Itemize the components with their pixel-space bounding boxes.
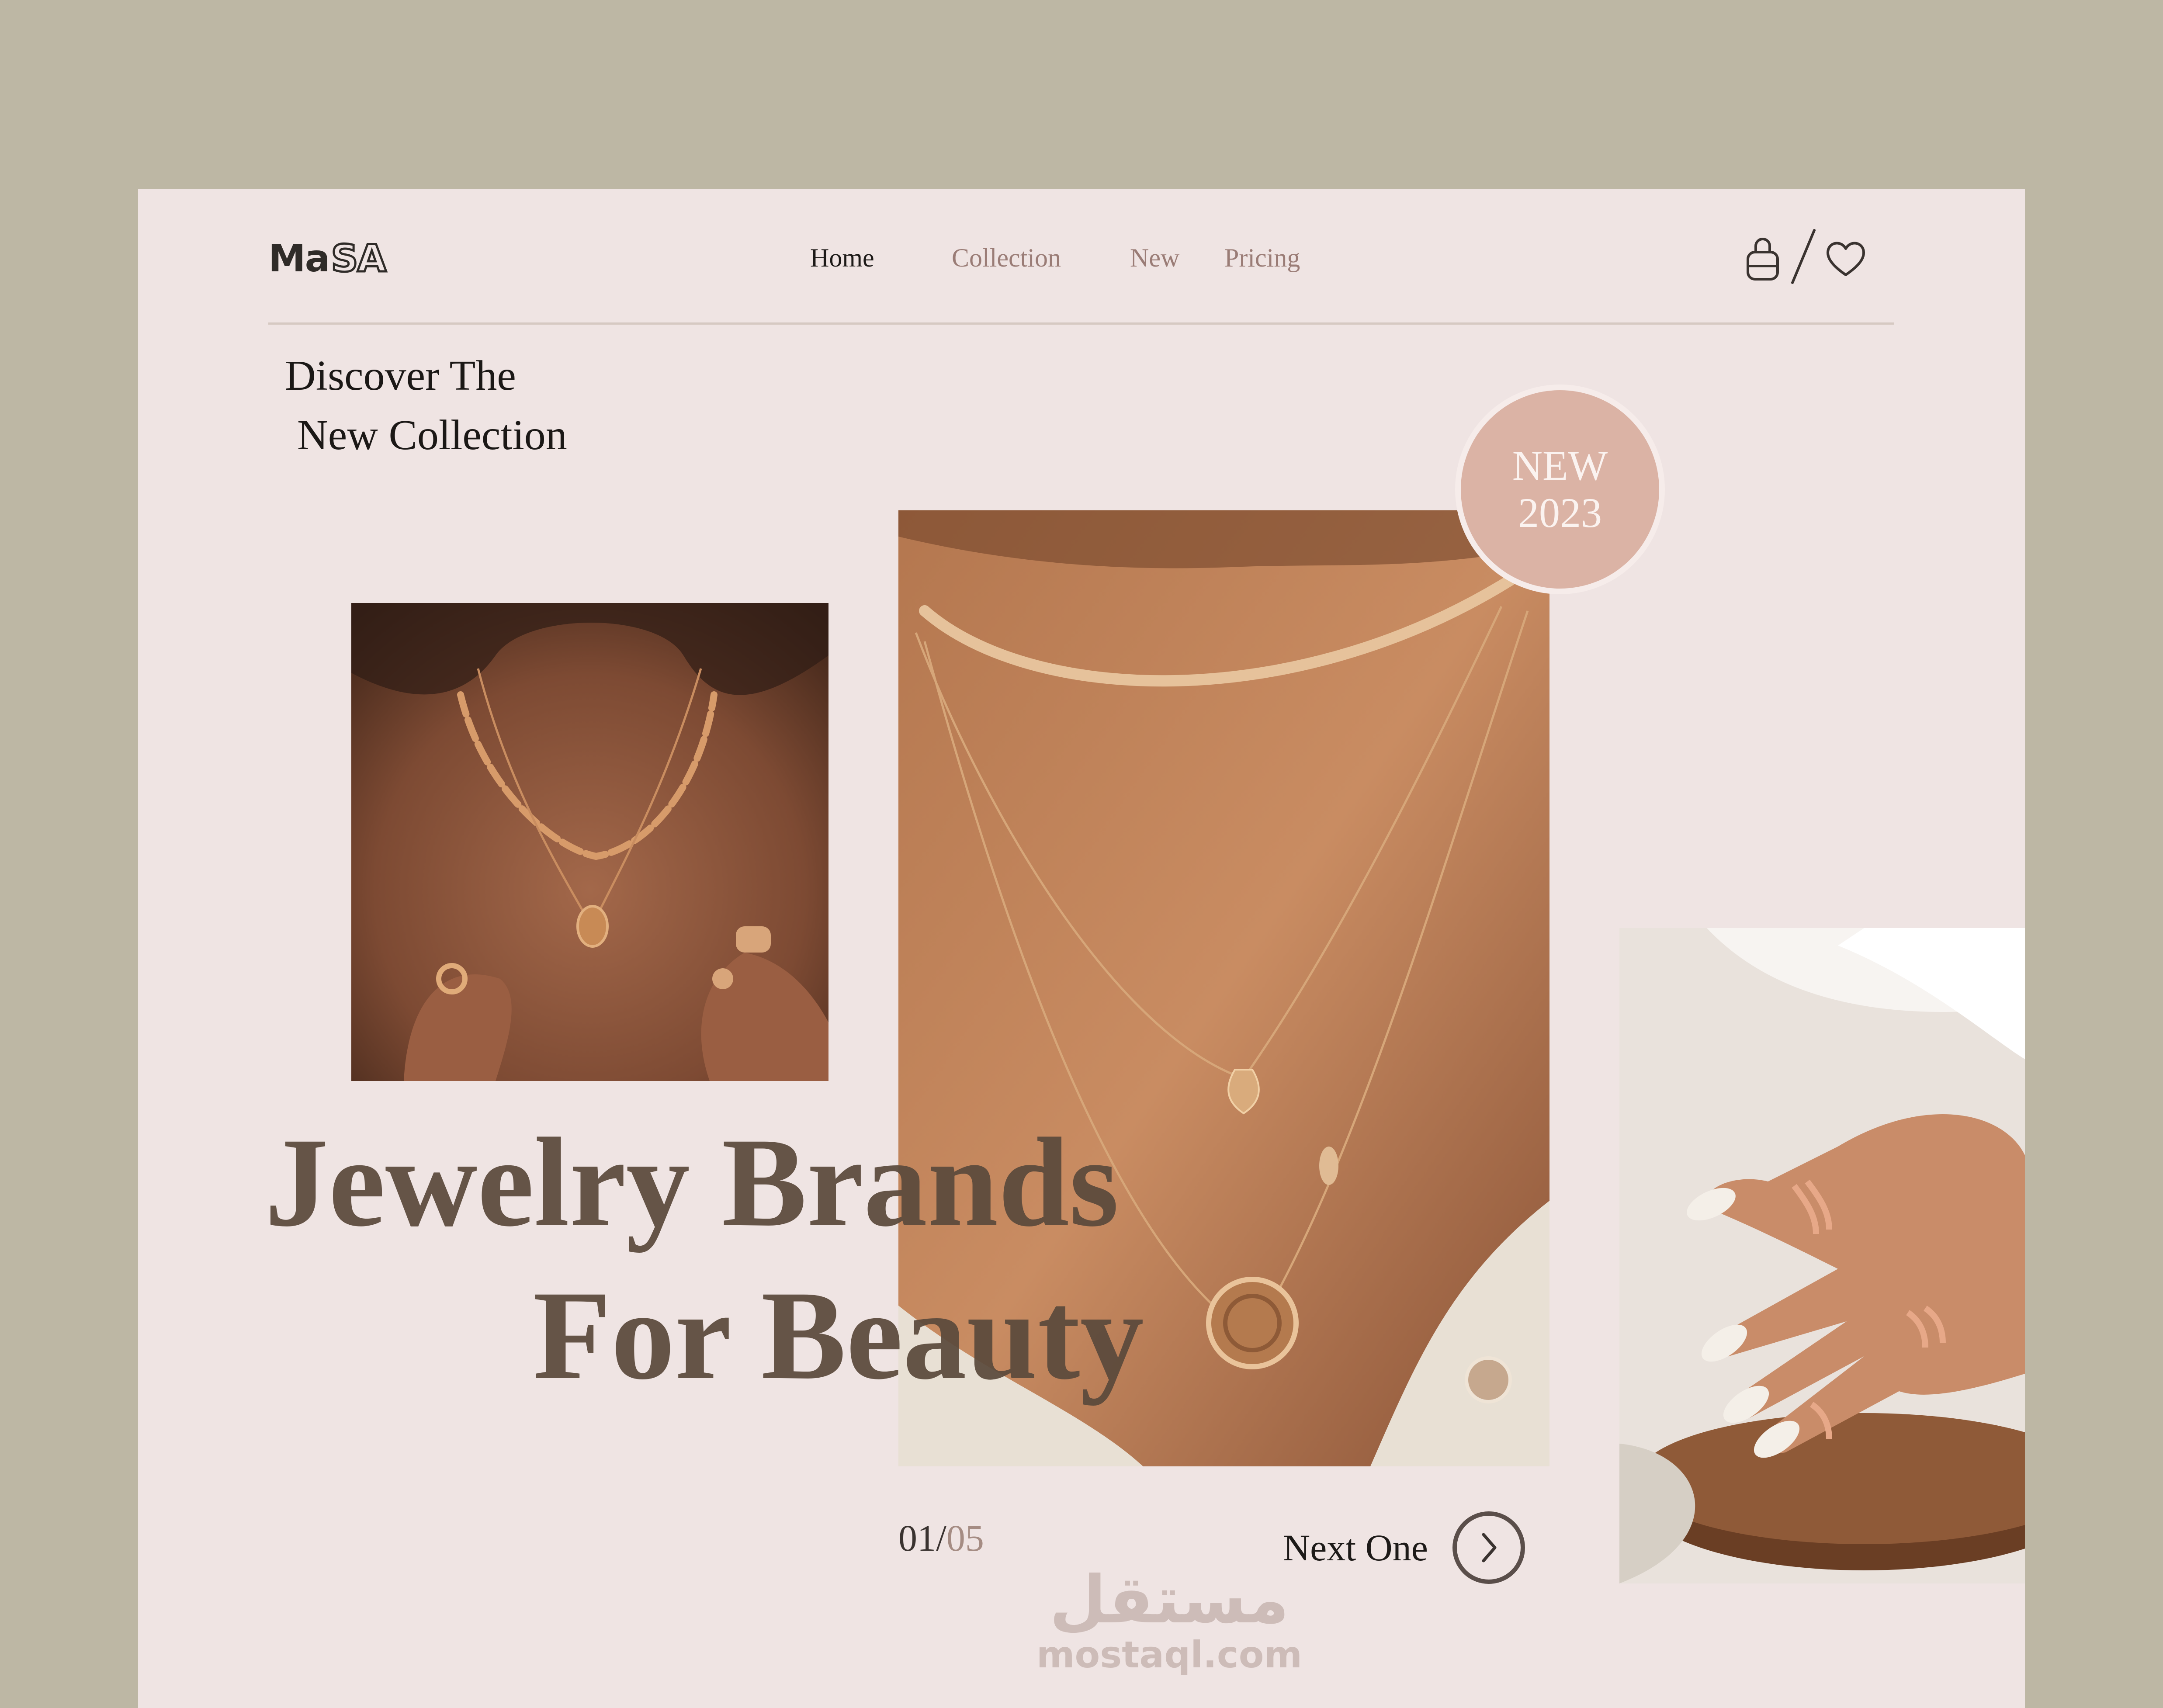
watermark: مستقل mostaql.com — [951, 1565, 1388, 1674]
slide-counter: 01/05 — [898, 1516, 984, 1560]
chevron-right-icon — [1482, 1533, 1497, 1562]
watermark-latin: mostaql.com — [1036, 1633, 1302, 1676]
badge-line-2: 2023 — [1518, 489, 1602, 536]
slide-current: 01 — [898, 1517, 936, 1559]
product-image-rings-hand — [1619, 928, 2025, 1583]
badge-line-1: NEW — [1512, 442, 1608, 489]
eyebrow-line-1: Discover The — [285, 352, 516, 399]
watermark-arabic: مستقل — [1049, 1562, 1289, 1638]
shopping-bag-icon[interactable] — [1744, 235, 1781, 283]
divider-slash-icon — [1791, 229, 1816, 284]
nav-new[interactable]: New — [1130, 236, 1179, 280]
product-image-chain-necklace — [351, 603, 828, 1081]
heart-icon[interactable] — [1825, 239, 1867, 278]
next-arrow-button[interactable] — [1452, 1511, 1525, 1584]
new-2023-badge: NEW 2023 — [1455, 385, 1665, 594]
next-slide-label: Next One — [1283, 1527, 1428, 1569]
slide-separator: / — [936, 1517, 946, 1559]
eyebrow-line-2: New Collection — [297, 412, 567, 459]
header-divider — [268, 322, 1894, 325]
nav-collection[interactable]: Collection — [952, 236, 1061, 280]
slide-total: 05 — [946, 1517, 984, 1559]
headline-line-2: For Beauty — [533, 1265, 1144, 1406]
hero-headline: Jewelry Brands For Beauty — [265, 1106, 1314, 1412]
main-nav: Home Collection New Pricing — [138, 236, 2025, 280]
landing-page: Ma SA Home Collection New Pricing Discove… — [138, 189, 2025, 1708]
header-icons — [1744, 226, 1875, 287]
nav-home[interactable]: Home — [810, 236, 874, 280]
headline-line-1: Jewelry Brands — [265, 1112, 1119, 1253]
hero-eyebrow: Discover The New Collection — [285, 346, 678, 465]
nav-pricing[interactable]: Pricing — [1224, 236, 1300, 280]
